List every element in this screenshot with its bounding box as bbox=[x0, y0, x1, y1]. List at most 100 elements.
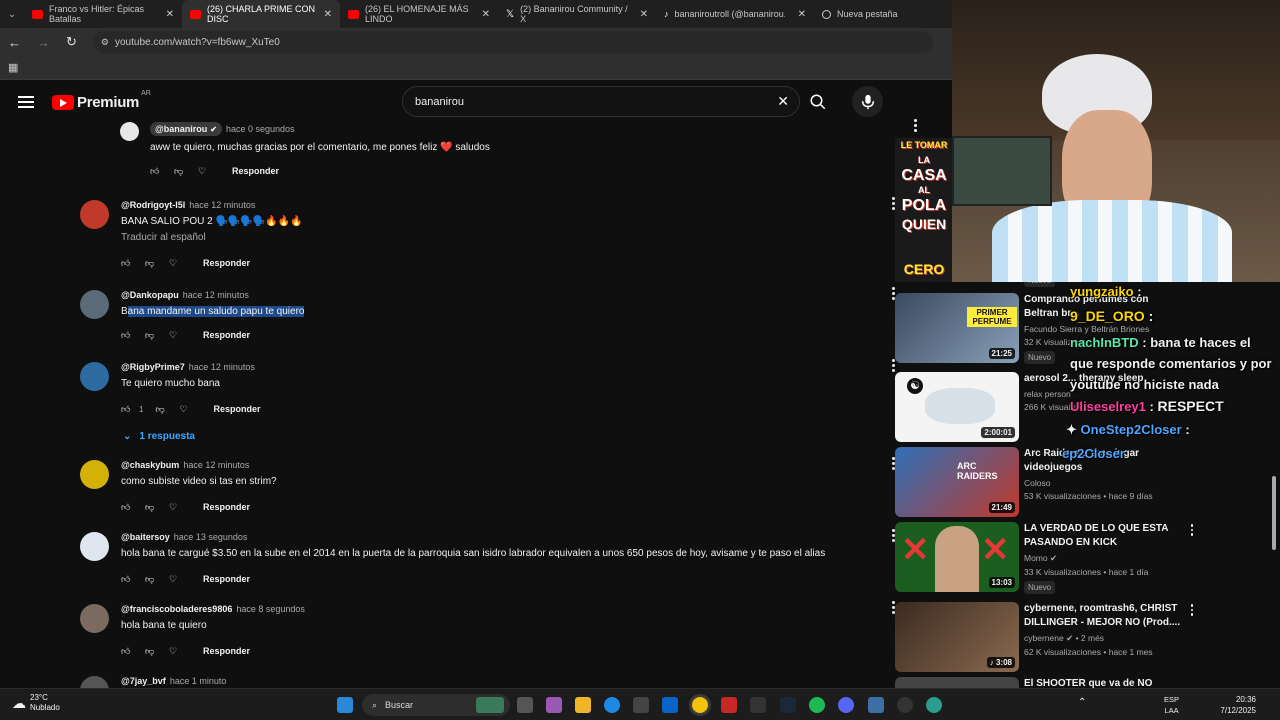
language-indicator[interactable]: ESP LAA bbox=[1164, 694, 1179, 716]
recommended-video[interactable]: ✕ ✕ 13:03 LA VERDAD DE LO QUE ESTA PASAN… bbox=[895, 522, 1195, 594]
app-icon[interactable] bbox=[721, 697, 737, 713]
close-icon[interactable]: ✕ bbox=[640, 9, 648, 20]
channel-name[interactable]: Momo ✔ bbox=[1024, 553, 1184, 564]
author-name[interactable]: @RigbyPrime7 bbox=[121, 362, 185, 372]
like-icon[interactable]: 👍︎ bbox=[121, 330, 145, 341]
avatar[interactable] bbox=[80, 676, 109, 688]
dislike-icon[interactable]: 👎︎ bbox=[145, 646, 169, 657]
clear-search-icon[interactable]: ✕ bbox=[777, 93, 789, 110]
like-icon[interactable]: 👍︎ bbox=[121, 574, 145, 585]
task-view-icon[interactable] bbox=[517, 697, 533, 713]
avatar[interactable] bbox=[80, 290, 109, 319]
spotify-icon[interactable] bbox=[809, 697, 825, 713]
tab-3[interactable]: 𝕏 (2) Bananirou Community / X ✕ bbox=[498, 0, 656, 28]
channel-name[interactable]: cybernene ✔ • 2 més bbox=[1024, 633, 1184, 644]
recommended-video[interactable]: ♪ 3:08 cybernene, roomtrash6, CHRIST DIL… bbox=[895, 602, 1195, 674]
heart-icon[interactable]: ♡ bbox=[169, 574, 193, 585]
search-button[interactable] bbox=[800, 86, 836, 117]
steam-icon[interactable] bbox=[780, 697, 796, 713]
video-title[interactable]: cybernene, roomtrash6, CHRIST DILLINGER … bbox=[1024, 602, 1184, 630]
avatar[interactable] bbox=[120, 122, 139, 141]
edge-icon[interactable] bbox=[604, 697, 620, 713]
avatar[interactable] bbox=[80, 362, 109, 391]
voice-search-button[interactable] bbox=[852, 86, 883, 117]
tab-2[interactable]: (26) EL HOMENAJE MÁS LINDO ✕ bbox=[340, 0, 498, 28]
video-thumbnail[interactable]: PRIMER PERFUME 21:25 bbox=[895, 293, 1019, 363]
video-thumbnail[interactable] bbox=[895, 677, 1019, 688]
close-icon[interactable]: ✕ bbox=[324, 9, 332, 20]
video-thumbnail[interactable]: ☯ 2:00:01 bbox=[895, 372, 1019, 442]
url-field[interactable]: ⚙ youtube.com/watch?v=fb6ww_XuTe0 bbox=[92, 31, 933, 53]
dislike-icon[interactable]: 👎︎ bbox=[145, 502, 169, 513]
heart-icon[interactable]: ♡ bbox=[169, 646, 193, 657]
tray-chevron-icon[interactable]: ⌃ bbox=[1078, 697, 1086, 708]
avatar[interactable] bbox=[80, 604, 109, 633]
copilot-icon[interactable] bbox=[546, 697, 562, 713]
app-icon[interactable] bbox=[868, 697, 884, 713]
outlook-icon[interactable] bbox=[662, 697, 678, 713]
video-thumbnail[interactable]: ✕ ✕ 13:03 bbox=[895, 522, 1019, 592]
dislike-icon[interactable]: 👎︎ bbox=[145, 258, 169, 269]
reply-button[interactable]: Responder bbox=[203, 330, 250, 340]
forward-arrow-icon[interactable]: → bbox=[37, 35, 50, 50]
widgets-icon[interactable] bbox=[476, 697, 504, 713]
like-icon[interactable]: 👍︎ bbox=[121, 258, 145, 269]
obs-icon[interactable] bbox=[897, 697, 913, 713]
tab-search-button[interactable]: ⌄ bbox=[0, 0, 24, 28]
scrollbar-thumb[interactable] bbox=[1272, 476, 1276, 550]
reload-icon[interactable]: ↻ bbox=[66, 34, 77, 50]
video-thumbnail[interactable]: ♪ 3:08 bbox=[895, 602, 1019, 672]
weather-widget[interactable]: ☁ 23°C Nublado bbox=[12, 693, 60, 713]
more-options-icon[interactable] bbox=[1190, 604, 1193, 616]
brand-name[interactable]: Premium bbox=[77, 94, 139, 111]
file-explorer-icon[interactable] bbox=[575, 697, 591, 713]
heart-icon[interactable]: ♡ bbox=[198, 166, 222, 177]
search-input[interactable]: bananirou ✕ bbox=[402, 86, 800, 117]
like-icon[interactable]: 👍︎ bbox=[150, 166, 174, 177]
tab-0[interactable]: Franco vs Hitler: Épicas Batallas ✕ bbox=[24, 0, 182, 28]
close-icon[interactable]: ✕ bbox=[798, 9, 806, 20]
author-badge[interactable]: @bananirou ✔ bbox=[150, 122, 222, 136]
store-icon[interactable] bbox=[633, 697, 649, 713]
translate-link[interactable]: Traducir al español bbox=[121, 232, 881, 243]
app-icon[interactable] bbox=[750, 697, 766, 713]
tab-5[interactable]: Nueva pestaña bbox=[814, 0, 944, 28]
windows-start-icon[interactable] bbox=[337, 697, 353, 713]
view-replies-button[interactable]: ⌄ 1 respuesta bbox=[123, 431, 881, 442]
tab-4[interactable]: ♪bananiroutroll (@bananirou.xd)✕ bbox=[656, 0, 814, 28]
reply-button[interactable]: Responder bbox=[232, 166, 279, 176]
like-icon[interactable]: 👍︎ bbox=[121, 502, 145, 513]
dislike-icon[interactable]: 👎︎ bbox=[174, 166, 198, 177]
app-icon[interactable] bbox=[926, 697, 942, 713]
author-name[interactable]: @franciscoboladeres9806 bbox=[121, 604, 232, 614]
apps-grid-icon[interactable]: ▦ bbox=[8, 61, 18, 74]
close-icon[interactable]: ✕ bbox=[482, 9, 490, 20]
youtube-logo-icon[interactable] bbox=[52, 94, 74, 110]
avatar[interactable] bbox=[80, 460, 109, 489]
like-icon[interactable]: 👍︎ bbox=[121, 646, 145, 657]
close-icon[interactable]: ✕ bbox=[166, 9, 174, 20]
tab-1[interactable]: (26) CHARLA PRIME CON DISC ✕ bbox=[182, 0, 340, 28]
video-title[interactable]: LA VERDAD DE LO QUE ESTA PASANDO EN KICK bbox=[1024, 522, 1184, 550]
chrome-icon[interactable] bbox=[692, 697, 708, 713]
video-thumbnail[interactable]: ARC RAIDERS 21:49 bbox=[895, 447, 1019, 517]
reply-button[interactable]: Responder bbox=[203, 502, 250, 512]
reply-button[interactable]: Responder bbox=[203, 646, 250, 656]
more-options-icon[interactable] bbox=[1190, 524, 1193, 536]
avatar[interactable] bbox=[80, 532, 109, 561]
site-info-icon[interactable]: ⚙ bbox=[101, 37, 109, 48]
back-arrow-icon[interactable]: ← bbox=[8, 35, 21, 50]
video-title[interactable]: El SHOOTER que va de NO bbox=[1024, 677, 1184, 688]
heart-icon[interactable]: ♡ bbox=[169, 330, 193, 341]
channel-name[interactable]: Coloso bbox=[1024, 478, 1184, 488]
dislike-icon[interactable]: 👎︎ bbox=[155, 404, 179, 415]
avatar[interactable] bbox=[80, 200, 109, 229]
dislike-icon[interactable]: 👎︎ bbox=[145, 330, 169, 341]
recommended-video[interactable]: El SHOOTER que va de NO bbox=[895, 677, 1195, 688]
author-name[interactable]: @Rodrigoyt-l5l bbox=[121, 200, 185, 210]
reply-button[interactable]: Responder bbox=[203, 258, 250, 268]
discord-icon[interactable] bbox=[838, 697, 854, 713]
heart-icon[interactable]: ♡ bbox=[169, 502, 193, 513]
reply-button[interactable]: Responder bbox=[213, 404, 260, 414]
author-name[interactable]: @chaskybum bbox=[121, 460, 179, 470]
